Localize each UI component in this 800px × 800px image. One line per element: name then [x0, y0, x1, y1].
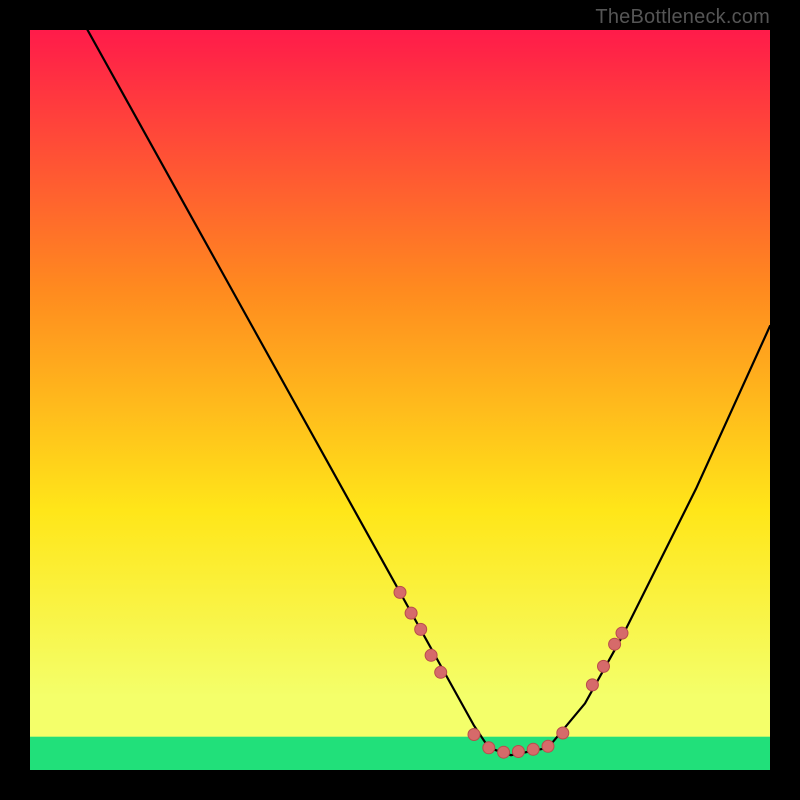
attribution-label: TheBottleneck.com: [595, 6, 770, 29]
plot-area: [30, 30, 770, 770]
chart-container: TheBottleneck.com: [0, 0, 800, 800]
background-gradient: [30, 30, 770, 770]
